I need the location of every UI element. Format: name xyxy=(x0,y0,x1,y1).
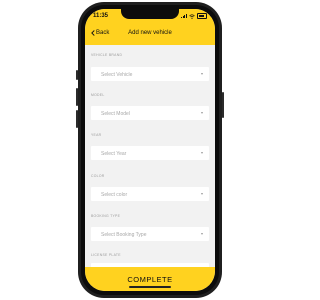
year-label: YEAR xyxy=(91,133,102,137)
dropdown-caret-icon xyxy=(201,193,203,195)
status-icons xyxy=(181,13,207,19)
color-placeholder: Select color xyxy=(101,191,128,198)
model-label: MODEL xyxy=(91,93,105,97)
booking-type-label: BOOKING TYPE xyxy=(91,214,121,218)
home-indicator xyxy=(129,286,171,288)
booking-type-select[interactable]: Select Booking Type xyxy=(91,227,209,241)
color-select[interactable]: Select color xyxy=(91,187,209,201)
complete-button-label: COMPLETE xyxy=(127,275,173,284)
phone-side-button xyxy=(222,92,224,118)
model-select[interactable]: Select Model xyxy=(91,106,209,120)
vehicle-brand-select[interactable]: Select Vehicle xyxy=(91,67,209,81)
vehicle-form: VEHICLE BRAND Select Vehicle MODEL Selec… xyxy=(85,45,215,269)
color-label: COLOR xyxy=(91,174,105,178)
model-placeholder: Select Model xyxy=(101,110,130,117)
app-header: 11:35 Back Add new vehicle xyxy=(85,9,215,45)
year-placeholder: Select Year xyxy=(101,150,127,157)
phone-side-button xyxy=(76,88,78,106)
camera-notch xyxy=(121,9,179,19)
dropdown-caret-icon xyxy=(201,233,203,235)
dropdown-caret-icon xyxy=(201,73,203,75)
wifi-icon xyxy=(189,13,195,19)
phone-side-button xyxy=(76,110,78,128)
phone-side-button xyxy=(76,70,78,80)
year-select[interactable]: Select Year xyxy=(91,146,209,160)
signal-icon xyxy=(181,14,187,18)
page-title: Add new vehicle xyxy=(128,30,172,36)
vehicle-brand-placeholder: Select Vehicle xyxy=(101,71,133,78)
license-plate-label: LICENSE PLATE xyxy=(91,253,121,257)
dropdown-caret-icon xyxy=(201,152,203,154)
booking-type-placeholder: Select Booking Type xyxy=(101,231,147,238)
app-screen: 11:35 Back Add new vehicle VEHICLE BRAND… xyxy=(85,9,215,291)
vehicle-brand-label: VEHICLE BRAND xyxy=(91,53,123,57)
battery-icon xyxy=(197,13,207,19)
dropdown-caret-icon xyxy=(201,112,203,114)
status-time: 11:35 xyxy=(93,13,109,19)
